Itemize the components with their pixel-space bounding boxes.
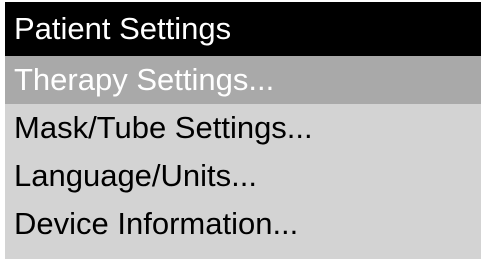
- menu-item-device-information[interactable]: Device Information...: [5, 200, 481, 248]
- menu-item-therapy-settings[interactable]: Therapy Settings...: [5, 56, 481, 104]
- settings-menu: Therapy Settings... Mask/Tube Settings..…: [5, 56, 481, 248]
- device-screen: Patient Settings Therapy Settings... Mas…: [5, 2, 481, 259]
- menu-item-mask-tube-settings[interactable]: Mask/Tube Settings...: [5, 104, 481, 152]
- menu-item-language-units[interactable]: Language/Units...: [5, 152, 481, 200]
- menu-title: Patient Settings: [5, 2, 481, 56]
